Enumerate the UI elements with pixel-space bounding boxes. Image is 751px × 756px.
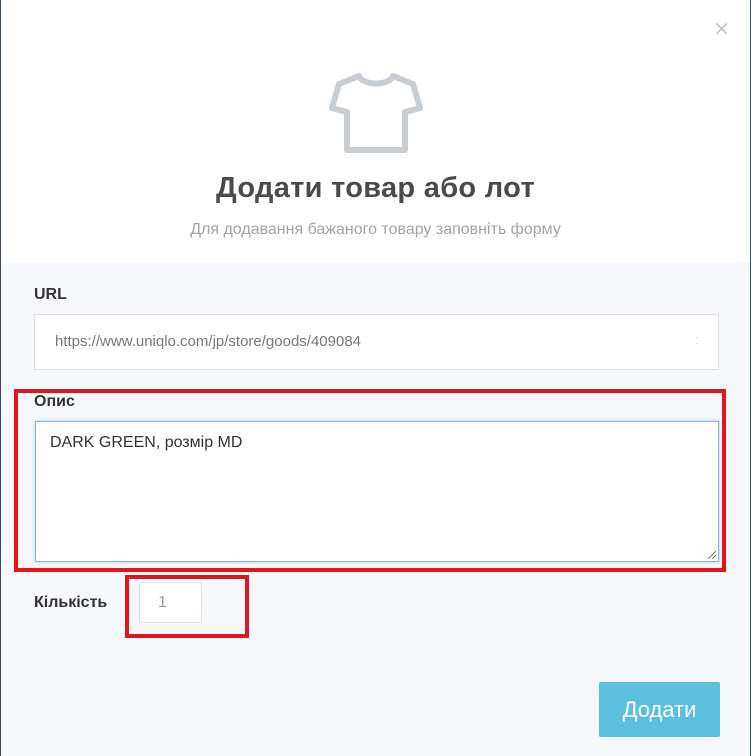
quantity-value: 1 [158,594,167,611]
add-button[interactable]: Додати [599,682,720,737]
resize-handle-icon[interactable] [706,549,716,559]
add-item-modal: × Додати товар або лот Для додавання баж… [1,0,750,756]
description-textarea[interactable]: DARK GREEN, розмір MD [35,421,719,562]
description-label: Опис [34,393,75,410]
url-value: https://www.uniqlo.com/jp/store/goods/40… [55,333,362,350]
modal-title: Додати товар або лот [216,172,535,204]
close-icon[interactable]: × [713,18,730,38]
url-label: URL [34,286,67,303]
modal-header: Додати товар або лот Для додавання бажан… [1,0,750,263]
modal-subtitle: Для додавання бажаного товару заповніть … [190,221,561,238]
quantity-input[interactable]: 1 [139,582,202,623]
quantity-label: Кількість [34,594,108,611]
tshirt-icon [329,73,423,153]
url-input[interactable]: https://www.uniqlo.com/jp/store/goods/40… [34,314,719,370]
input-grip-icon: · · [695,333,698,348]
form-body: URL https://www.uniqlo.com/jp/store/good… [1,263,750,756]
description-value: DARK GREEN, розмір MD [50,434,243,451]
